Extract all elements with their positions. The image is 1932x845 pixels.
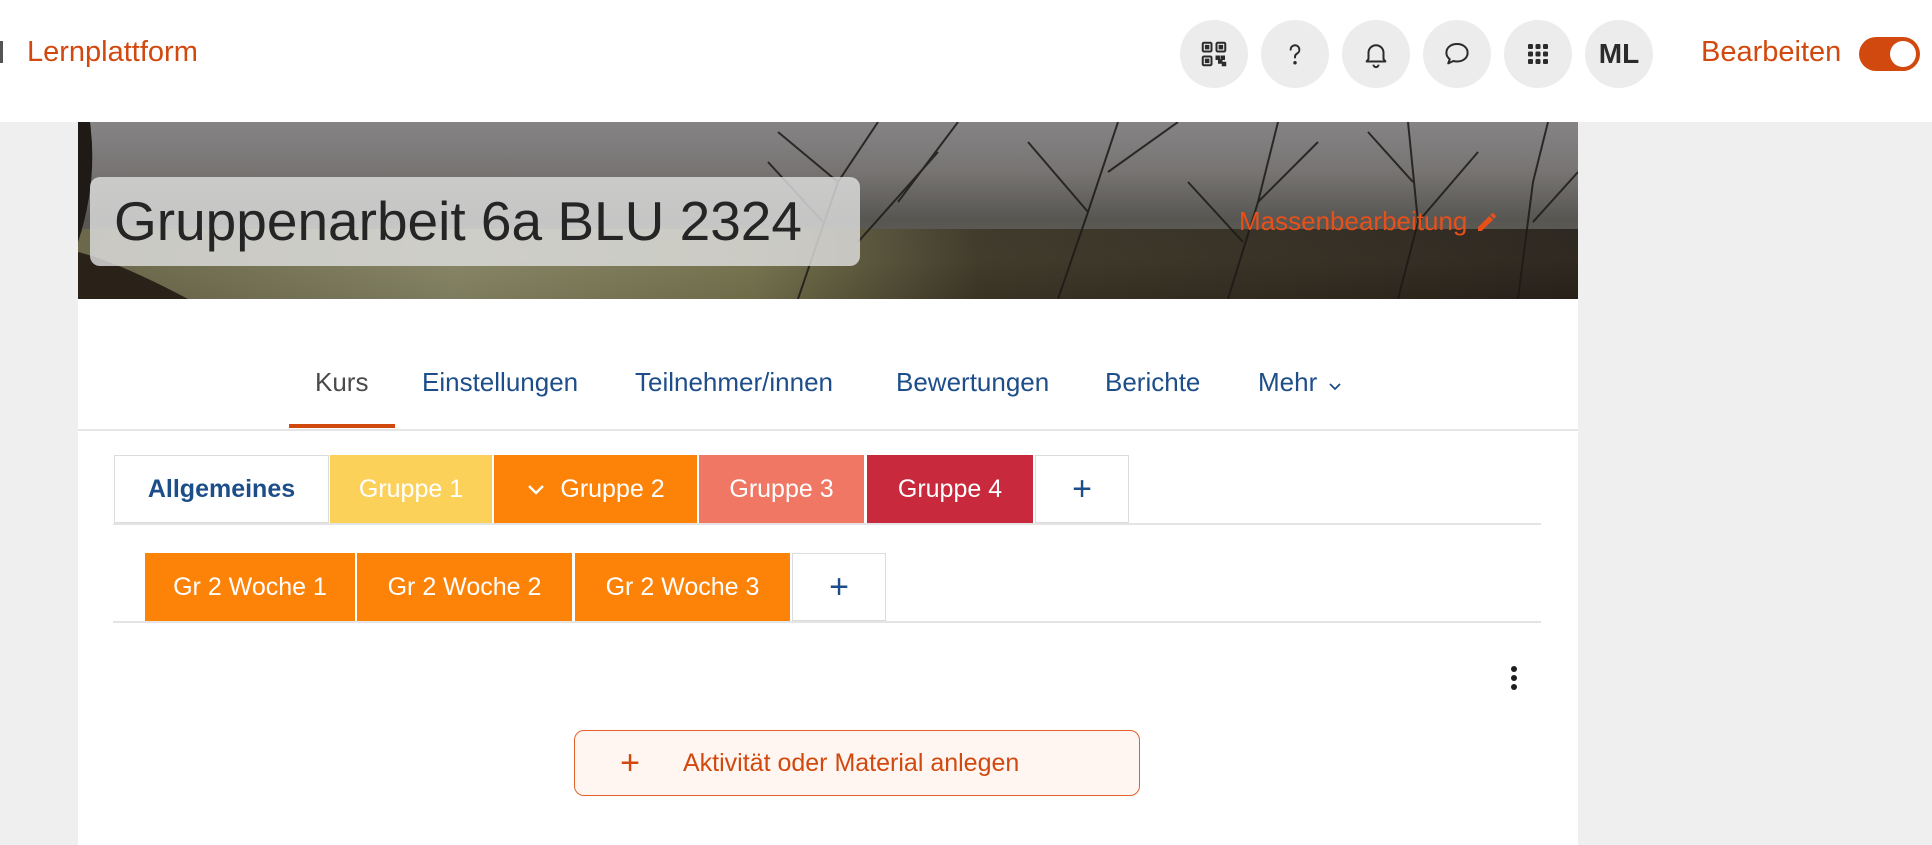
bulk-edit-label: Massenbearbeitung	[1239, 206, 1468, 236]
section-tab-allgemeines[interactable]: Allgemeines	[114, 455, 329, 523]
section-tab-gruppe-2-label: Gruppe 2	[560, 474, 665, 503]
section-tab-gruppe-2[interactable]: Gruppe 2	[494, 455, 697, 523]
add-activity-button[interactable]: + Aktivität oder Material anlegen	[574, 730, 1140, 796]
edit-mode-label: Bearbeiten	[1701, 36, 1842, 68]
messages-button[interactable]	[1423, 20, 1491, 88]
secondary-nav-divider	[78, 429, 1578, 431]
top-navbar: Lernplattform ML Bearbeiten	[0, 0, 1932, 122]
chat-icon	[1445, 43, 1469, 65]
toggle-knob	[1890, 41, 1916, 67]
qr-code-button[interactable]	[1180, 20, 1248, 88]
tab-course[interactable]: Kurs	[315, 367, 368, 398]
edit-mode-toggle[interactable]	[1859, 37, 1920, 71]
qr-code-icon	[1201, 41, 1227, 67]
chevron-down-icon	[528, 485, 545, 495]
plus-icon: +	[620, 743, 640, 782]
course-title-box: Gruppenarbeit 6a BLU 2324	[90, 177, 860, 266]
tabs-divider	[113, 523, 1541, 525]
drawer-edge[interactable]	[0, 41, 3, 63]
bell-icon	[1365, 44, 1387, 69]
tab-reports[interactable]: Berichte	[1105, 367, 1200, 398]
help-icon	[1289, 44, 1301, 65]
chevron-down-icon	[1329, 383, 1342, 391]
add-subsection-tab-button[interactable]: +	[792, 553, 886, 621]
tab-grades[interactable]: Bewertungen	[896, 367, 1049, 398]
tab-more-menu[interactable]: Mehr	[1258, 367, 1342, 398]
subtabs-divider	[113, 621, 1541, 623]
kebab-dot	[1511, 675, 1517, 681]
pencil-icon	[1478, 212, 1497, 231]
section-actions-menu[interactable]	[1500, 664, 1528, 692]
apps-button[interactable]	[1504, 20, 1572, 88]
kebab-dot	[1511, 666, 1517, 672]
active-tab-indicator	[289, 424, 395, 428]
add-activity-label: Aktivität oder Material anlegen	[683, 748, 1020, 777]
section-tab-gruppe-4[interactable]: Gruppe 4	[867, 455, 1033, 523]
tab-participants[interactable]: Teilnehmer/innen	[635, 367, 833, 398]
subsection-tab-woche-2[interactable]: Gr 2 Woche 2	[357, 553, 572, 621]
section-tab-gruppe-3[interactable]: Gruppe 3	[699, 455, 864, 523]
notifications-button[interactable]	[1342, 20, 1410, 88]
tab-more-label: Mehr	[1258, 367, 1318, 397]
bulk-edit-link[interactable]: Massenbearbeitung	[1239, 206, 1499, 237]
course-header-image: Gruppenarbeit 6a BLU 2324 Massenbearbeit…	[78, 122, 1578, 299]
apps-grid-icon	[1528, 44, 1548, 64]
course-title: Gruppenarbeit 6a BLU 2324	[114, 190, 802, 252]
tab-settings[interactable]: Einstellungen	[422, 367, 578, 398]
subsection-tab-woche-1[interactable]: Gr 2 Woche 1	[145, 553, 355, 621]
site-brand-link[interactable]: Lernplattform	[27, 36, 198, 69]
section-tab-gruppe-1[interactable]: Gruppe 1	[330, 455, 492, 523]
add-section-tab-button[interactable]: +	[1035, 455, 1129, 523]
help-button[interactable]	[1261, 20, 1329, 88]
user-avatar-button[interactable]: ML	[1585, 20, 1653, 88]
subsection-tab-woche-3[interactable]: Gr 2 Woche 3	[575, 553, 790, 621]
kebab-dot	[1511, 684, 1517, 690]
avatar-initials: ML	[1598, 38, 1640, 69]
